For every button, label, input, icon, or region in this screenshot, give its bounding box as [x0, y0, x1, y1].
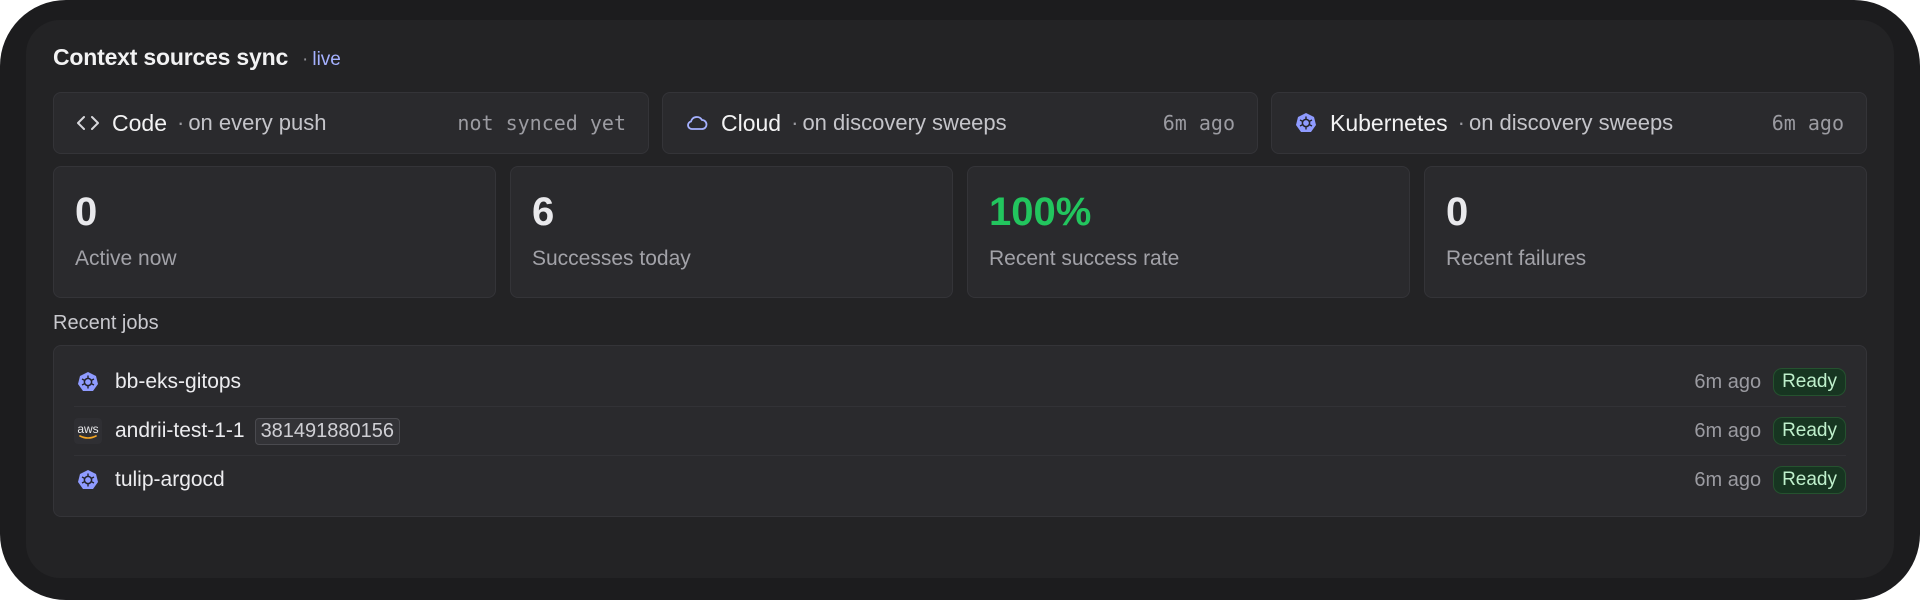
- source-card-cloud[interactable]: Cloud · on discovery sweeps 6m ago: [662, 92, 1258, 154]
- live-indicator: · live: [302, 49, 341, 71]
- panel-header: Context sources sync · live: [53, 44, 1867, 78]
- job-name: tulip-argocd: [115, 468, 225, 491]
- live-label: live: [312, 49, 341, 70]
- kubernetes-icon: [74, 466, 102, 494]
- stat-successes-today: 6 Successes today: [510, 166, 953, 298]
- aws-icon: aws: [74, 417, 102, 445]
- stat-recent-failures: 0 Recent failures: [1424, 166, 1867, 298]
- source-mode: · on every push: [177, 110, 327, 136]
- stat-label: Active now: [75, 247, 177, 270]
- job-name: andrii-test-1-1: [115, 419, 245, 442]
- source-mode-text: on discovery sweeps: [802, 110, 1007, 135]
- mode-dot: ·: [176, 110, 185, 135]
- job-row[interactable]: tulip-argocd 6m ago Ready: [74, 456, 1846, 504]
- panel-title: Context sources sync: [53, 44, 289, 70]
- status-badge: Ready: [1773, 466, 1846, 494]
- kubernetes-icon: [1294, 111, 1318, 135]
- context-sources-sync-panel: Context sources sync · live Code · on ever…: [26, 20, 1894, 578]
- recent-jobs-heading: Recent jobs: [53, 312, 159, 334]
- source-mode: · on discovery sweeps: [791, 110, 1007, 136]
- source-card-kubernetes[interactable]: Kubernetes · on discovery sweeps 6m ago: [1271, 92, 1867, 154]
- kubernetes-icon: [74, 368, 102, 396]
- source-mode-text: on every push: [188, 110, 327, 135]
- code-icon: [76, 111, 100, 135]
- account-id-chip: 381491880156: [254, 417, 401, 445]
- stat-label: Recent success rate: [989, 247, 1180, 270]
- app-frame: Context sources sync · live Code · on ever…: [0, 0, 1920, 600]
- job-name: bb-eks-gitops: [115, 370, 242, 393]
- stat-label: Successes today: [532, 247, 691, 270]
- stat-value: 6: [532, 190, 555, 234]
- mode-dot: ·: [1457, 110, 1465, 135]
- source-name: Code: [112, 109, 167, 136]
- recent-jobs-list: bb-eks-gitops 6m ago Ready aws andrii-te…: [53, 345, 1867, 517]
- stat-value: 0: [75, 190, 98, 234]
- source-sync-time: 6m ago: [1771, 111, 1844, 135]
- source-sync-time: 6m ago: [1162, 111, 1235, 135]
- source-mode-text: on discovery sweeps: [1468, 110, 1674, 135]
- source-card-code[interactable]: Code · on every push not synced yet: [53, 92, 649, 154]
- stat-value: 100%: [989, 190, 1092, 234]
- job-time: 6m ago: [1694, 370, 1762, 393]
- job-time: 6m ago: [1694, 419, 1762, 442]
- status-badge: Ready: [1773, 368, 1846, 396]
- stats-row: 0 Active now 6 Successes today 100% Rece…: [53, 166, 1867, 298]
- source-mode: · on discovery sweeps: [1458, 110, 1674, 136]
- stat-label: Recent failures: [1446, 247, 1587, 270]
- job-row[interactable]: aws andrii-test-1-1 381491880156 6m ago …: [74, 407, 1846, 456]
- cloud-icon: [685, 111, 709, 135]
- job-time: 6m ago: [1694, 468, 1762, 491]
- live-dot: ·: [302, 49, 309, 70]
- source-list: Code · on every push not synced yet Cloud…: [53, 92, 1867, 154]
- mode-dot: ·: [791, 110, 799, 135]
- stat-active-now: 0 Active now: [53, 166, 496, 298]
- source-name: Kubernetes: [1330, 109, 1448, 136]
- aws-icon-text: aws: [77, 421, 99, 436]
- status-badge: Ready: [1773, 417, 1846, 445]
- job-row[interactable]: bb-eks-gitops 6m ago Ready: [74, 358, 1846, 407]
- stat-recent-success-rate: 100% Recent success rate: [967, 166, 1410, 298]
- source-name: Cloud: [721, 109, 782, 136]
- source-sync-time: not synced yet: [457, 111, 626, 135]
- stat-value: 0: [1446, 190, 1469, 234]
